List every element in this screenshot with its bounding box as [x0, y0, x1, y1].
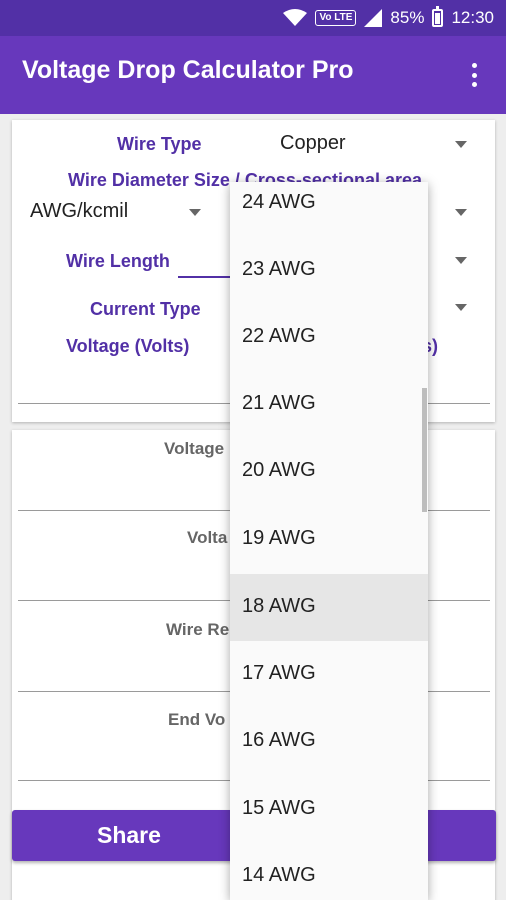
- dropdown-item[interactable]: 16 AWG: [230, 708, 428, 775]
- end-voltage-label: End Vo: [168, 710, 226, 729]
- dropdown-scrollbar[interactable]: [422, 388, 427, 512]
- wire-size-dropdown-list[interactable]: 24 AWG 23 AWG 22 AWG 21 AWG 20 AWG 19 AW…: [230, 182, 428, 900]
- wire-length-label: Wire Length: [66, 251, 170, 271]
- dropdown-item[interactable]: 17 AWG: [230, 641, 428, 708]
- share-button-label: Share: [97, 822, 161, 848]
- battery-icon: [432, 6, 444, 27]
- voltage-drop-label: Voltage: [164, 439, 225, 458]
- wire-resistance-label: Wire Re: [166, 620, 230, 639]
- wire-length-input[interactable]: [178, 276, 238, 278]
- wifi-icon: [283, 9, 308, 26]
- wire-type-dropdown-icon[interactable]: [455, 141, 467, 148]
- dropdown-item[interactable]: 24 AWG: [230, 182, 428, 237]
- dropdown-item[interactable]: 15 AWG: [230, 776, 428, 843]
- app-bar: Voltage Drop Calculator Pro: [0, 36, 506, 114]
- dropdown-item[interactable]: 14 AWG: [230, 843, 428, 900]
- voltage-label: Voltage (Volts): [66, 336, 190, 356]
- volte-badge: Vo LTE: [315, 10, 357, 26]
- dropdown-item-highlighted[interactable]: 18 AWG: [230, 574, 428, 641]
- dropdown-item[interactable]: 22 AWG: [230, 304, 428, 371]
- size-unit-dropdown-icon[interactable]: [189, 209, 201, 216]
- dropdown-item[interactable]: 21 AWG: [230, 371, 428, 438]
- wire-size-dropdown-icon[interactable]: [455, 209, 467, 216]
- wire-type-select[interactable]: Copper: [280, 132, 346, 155]
- app-title: Voltage Drop Calculator Pro: [22, 56, 354, 84]
- dropdown-item[interactable]: 23 AWG: [230, 237, 428, 304]
- battery-percent: 85%: [390, 8, 425, 27]
- current-type-dropdown-icon[interactable]: [455, 304, 467, 311]
- signal-icon: [364, 9, 383, 27]
- current-type-label: Current Type: [90, 299, 201, 319]
- overflow-menu-icon[interactable]: [464, 60, 484, 90]
- dropdown-item[interactable]: 19 AWG: [230, 506, 428, 573]
- status-bar: Vo LTE 85% 12:30: [0, 0, 506, 36]
- clock: 12:30: [451, 8, 494, 27]
- status-icons: Vo LTE 85% 12:30: [283, 0, 494, 36]
- size-unit-select[interactable]: AWG/kcmil: [30, 200, 128, 223]
- wire-type-label: Wire Type: [117, 134, 202, 154]
- length-unit-dropdown-icon[interactable]: [455, 257, 467, 264]
- voltage-percent-label: Volta: [187, 528, 228, 547]
- dropdown-item[interactable]: 20 AWG: [230, 438, 428, 505]
